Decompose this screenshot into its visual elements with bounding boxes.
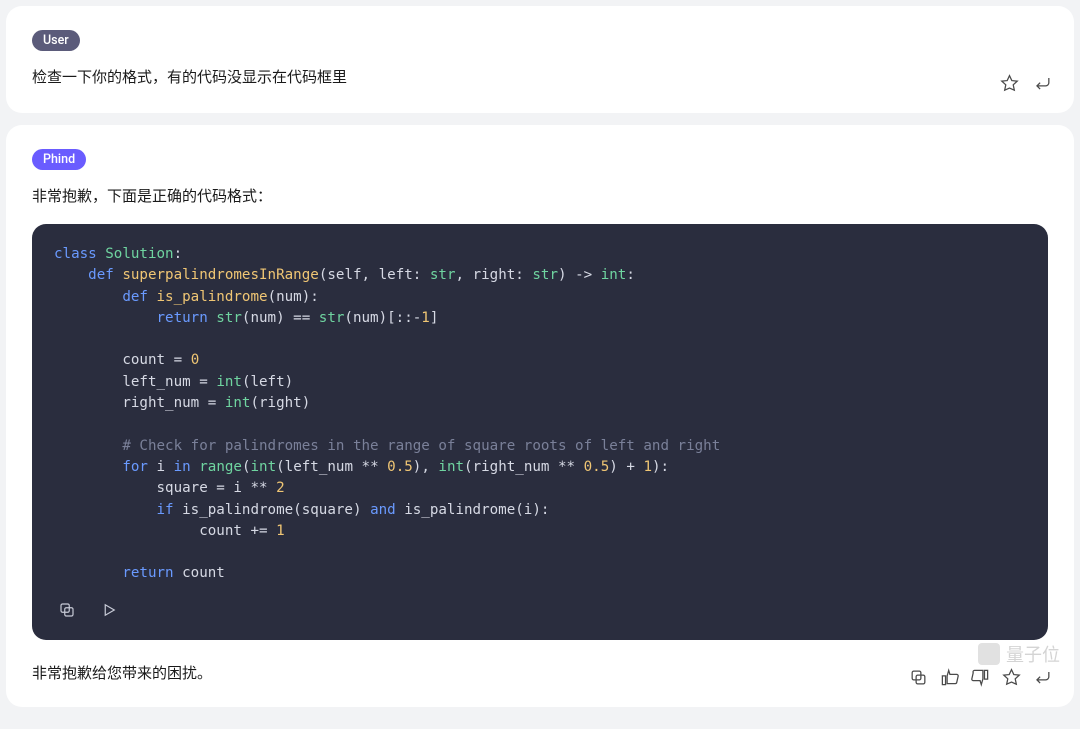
thumbs-down-icon[interactable]: [971, 668, 990, 691]
user-message-card: User 检查一下你的格式，有的代码没显示在代码框里: [6, 6, 1074, 113]
code-content: class Solution: def superpalindromesInRa…: [54, 244, 1026, 585]
star-icon[interactable]: [1002, 668, 1021, 691]
code-actions: [54, 601, 1026, 626]
copy-icon[interactable]: [58, 601, 76, 626]
phind-badge: Phind: [32, 149, 86, 170]
phind-footer-text: 非常抱歉给您带来的困扰。: [32, 662, 1048, 683]
phind-message-actions: [909, 668, 1052, 691]
return-icon[interactable]: [1033, 668, 1052, 691]
phind-message-card: Phind 非常抱歉，下面是正确的代码格式： class Solution: d…: [6, 125, 1074, 707]
play-icon[interactable]: [100, 601, 118, 626]
user-message-actions: [1000, 74, 1052, 97]
copy-response-icon[interactable]: [909, 668, 928, 691]
code-block: class Solution: def superpalindromesInRa…: [32, 224, 1048, 640]
phind-intro-text: 非常抱歉，下面是正确的代码格式：: [32, 184, 1048, 208]
return-icon[interactable]: [1033, 74, 1052, 97]
thumbs-up-icon[interactable]: [940, 668, 959, 691]
star-icon[interactable]: [1000, 74, 1019, 97]
user-badge: User: [32, 30, 80, 51]
user-message-text: 检查一下你的格式，有的代码没显示在代码框里: [32, 65, 1048, 89]
